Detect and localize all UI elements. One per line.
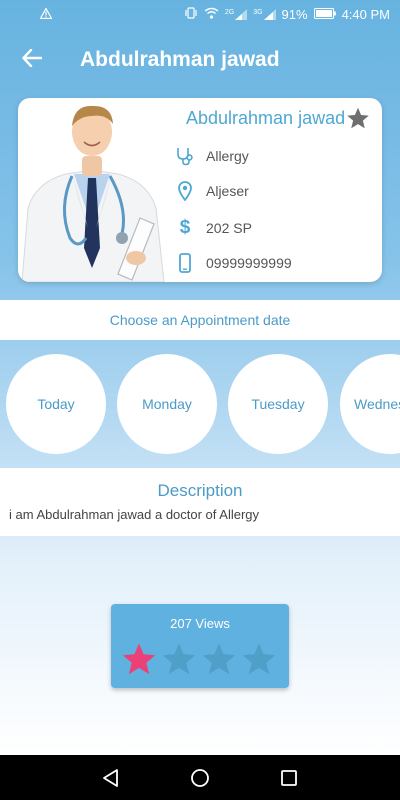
signal-3g-icon: 3G — [253, 8, 276, 20]
circle-home-icon — [189, 769, 211, 793]
status-bar: 2G 3G 91% 4:40 PM — [0, 0, 400, 28]
price-row: $ 202 SP — [172, 217, 252, 239]
doctor-photo — [18, 98, 168, 282]
day-selector: Today Monday Tuesday Wednes — [0, 354, 400, 454]
star-filled-icon[interactable] — [121, 642, 157, 676]
day-monday[interactable]: Monday — [117, 354, 217, 454]
price-label: 202 SP — [206, 220, 252, 236]
location-row: Aljeser — [172, 181, 249, 201]
views-count: 207 Views — [170, 616, 230, 631]
phone-row: 09999999999 — [172, 253, 292, 273]
nav-recents-button[interactable] — [278, 767, 300, 789]
appointment-prompt: Choose an Appointment date — [0, 300, 400, 340]
signal-2g-icon: 2G — [225, 8, 248, 20]
rating-card: 207 Views — [111, 604, 289, 688]
description-section: Description i am Abdulrahman jawad a doc… — [0, 468, 400, 536]
square-recents-icon — [278, 770, 300, 793]
favorite-button[interactable] — [346, 107, 370, 135]
nav-home-button[interactable] — [189, 767, 211, 789]
specialty-row: Allergy — [172, 146, 249, 166]
system-nav-bar — [0, 755, 400, 800]
vibrate-icon — [184, 6, 198, 22]
back-button[interactable] — [0, 36, 64, 84]
phone-label: 09999999999 — [206, 255, 292, 271]
day-label: Today — [37, 396, 75, 412]
arrow-left-icon — [22, 48, 43, 72]
description-text: i am Abdulrahman jawad a doctor of Aller… — [9, 507, 260, 522]
battery-percent: 91% — [281, 6, 308, 22]
doctor-profile-card: Abdulrahman jawad Allergy Aljeser $ 202 … — [18, 98, 382, 282]
appointment-prompt-label: Choose an Appointment date — [109, 312, 291, 328]
wifi-icon — [204, 7, 219, 22]
day-label: Monday — [142, 396, 192, 412]
rating-stars[interactable] — [121, 642, 277, 676]
day-label: Wednes — [354, 396, 400, 412]
battery-icon — [313, 7, 336, 22]
day-tuesday[interactable]: Tuesday — [228, 354, 328, 454]
day-today[interactable]: Today — [6, 354, 106, 454]
nav-back-button[interactable] — [100, 767, 122, 789]
page-title: Abdulrahman jawad — [80, 48, 280, 71]
doctor-name: Abdulrahman jawad — [186, 108, 346, 128]
warning-triangle-icon — [39, 6, 53, 22]
star-icon — [346, 107, 370, 134]
location-pin-icon — [172, 181, 198, 201]
day-wednesday[interactable]: Wednes — [340, 354, 400, 454]
specialty-label: Allergy — [206, 148, 249, 164]
phone-icon — [172, 253, 198, 273]
day-label: Tuesday — [251, 396, 305, 412]
stethoscope-icon — [172, 146, 198, 166]
app-bar: Abdulrahman jawad — [0, 36, 400, 84]
clock: 4:40 PM — [341, 6, 390, 22]
star-empty-icon[interactable] — [241, 642, 277, 676]
location-label: Aljeser — [206, 183, 249, 199]
star-empty-icon[interactable] — [201, 642, 237, 676]
triangle-back-icon — [100, 769, 122, 793]
description-title: Description — [157, 481, 243, 500]
dollar-icon: $ — [179, 217, 191, 238]
star-empty-icon[interactable] — [161, 642, 197, 676]
